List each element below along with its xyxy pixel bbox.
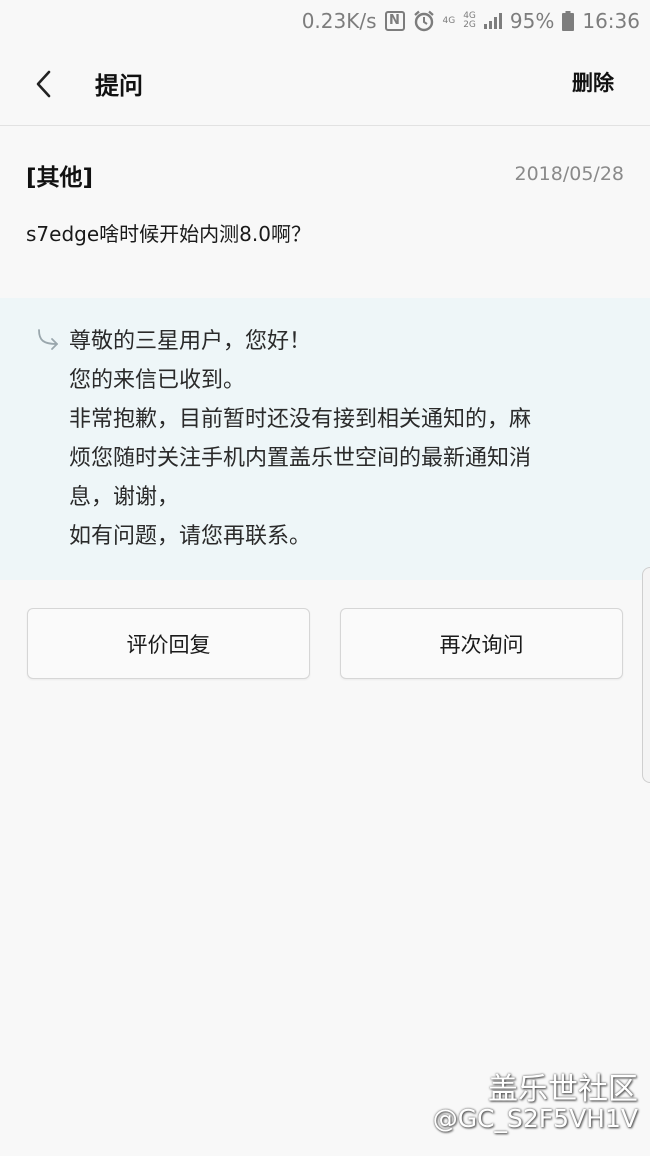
ask-again-button[interactable]: 再次询问 xyxy=(340,608,623,679)
battery-percent: 95% xyxy=(509,9,555,33)
alarm-icon xyxy=(413,10,435,32)
watermark-user: @GC_S2F5VH1V xyxy=(432,1104,638,1133)
status-bar: 0.23K/s N 4G 4G 2G 95% 16:36 xyxy=(0,0,650,42)
reply-text: 尊敬的三星用户，您好！ 您的来信已收到。 非常抱歉，目前暂时还没有接到相关通知的… xyxy=(69,322,619,556)
reply-line: 非常抱歉，目前暂时还没有接到相关通知的，麻 xyxy=(69,407,532,432)
back-chevron-icon xyxy=(36,70,51,98)
reply-line: 息，谢谢， xyxy=(69,485,180,510)
clock: 16:36 xyxy=(582,9,640,33)
network-type-badge-secondary: 4G 2G xyxy=(463,12,476,30)
reply-line: 烦您随时关注手机内置盖乐世空间的最新通知消 xyxy=(69,446,532,471)
app-bar: 提问 删除 xyxy=(0,42,650,126)
net-speed: 0.23K/s xyxy=(301,9,377,33)
question-text: s7edge啥时候开始内测8.0啊？ xyxy=(26,222,311,246)
signal-icon xyxy=(483,13,502,29)
reply-line: 尊敬的三星用户，您好！ xyxy=(69,329,312,354)
reply-line: 如有问题，请您再联系。 xyxy=(69,524,312,549)
rate-reply-button[interactable]: 评价回复 xyxy=(27,608,310,679)
back-button[interactable] xyxy=(22,62,66,106)
question-date: 2018/05/28 xyxy=(514,163,624,185)
screen: 0.23K/s N 4G 4G 2G 95% 16:36 提问 删除 [其他] … xyxy=(0,0,650,1156)
question-category: [其他] xyxy=(26,165,94,191)
network-type-bottom: 2G xyxy=(463,20,476,30)
question-card: [其他] 2018/05/28 s7edge啥时候开始内测8.0啊？ xyxy=(0,126,650,298)
reply-line: 您的来信已收到。 xyxy=(69,368,246,393)
delete-button[interactable]: 删除 xyxy=(572,67,614,97)
edge-panel-handle[interactable] xyxy=(642,567,650,783)
network-type-badge: 4G xyxy=(442,15,456,26)
battery-icon xyxy=(562,11,575,31)
page-title: 提问 xyxy=(95,72,143,100)
reply-card: 尊敬的三星用户，您好！ 您的来信已收到。 非常抱歉，目前暂时还没有接到相关通知的… xyxy=(0,298,650,580)
reply-arrow-icon xyxy=(38,329,58,350)
nfc-icon: N xyxy=(384,11,405,31)
watermark-brand: 盖乐世社区 xyxy=(488,1072,638,1107)
network-type-top: 4G xyxy=(442,15,456,26)
